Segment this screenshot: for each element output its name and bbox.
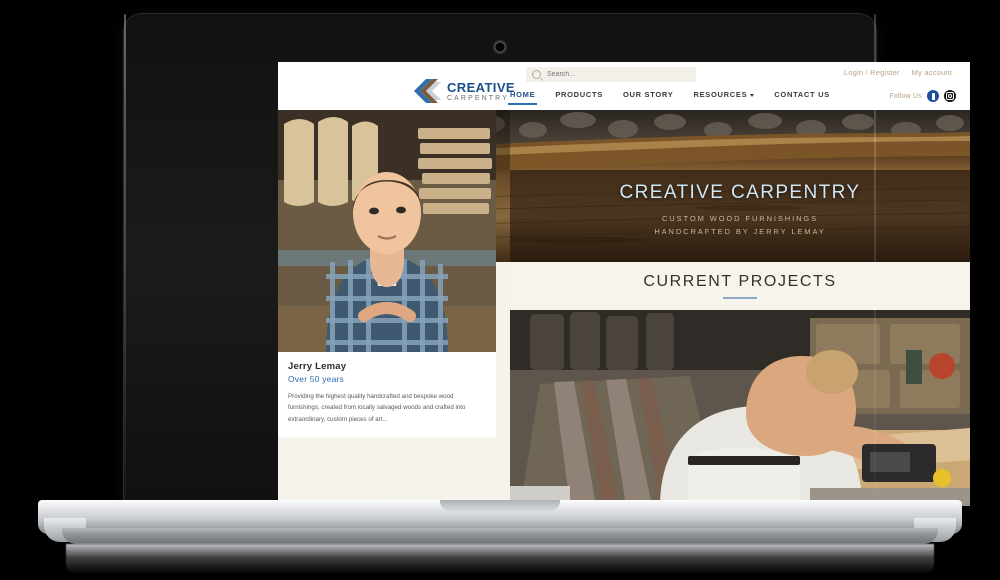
- main-navigation: HOME PRODUCTS OUR STORY RESOURCES CONTAC…: [507, 90, 830, 105]
- hero-subtitle-line-2: HANDCRAFTED BY JERRY LEMAY: [654, 226, 826, 236]
- chevron-down-icon: [750, 93, 755, 97]
- laptop-base-lip: [62, 528, 938, 544]
- laptop-base-notch: [440, 500, 560, 511]
- brand-wordmark: CREATIVE CARPENTRY: [447, 81, 515, 102]
- nav-item-contact-us[interactable]: CONTACT US: [774, 90, 830, 105]
- project-photo: [510, 310, 970, 506]
- section-title: CURRENT PROJECTS: [643, 273, 837, 290]
- laptop-screen: Login / Register My account CREATIVE: [278, 62, 970, 506]
- laptop-reflection: [66, 544, 934, 574]
- site-logo[interactable]: CREATIVE CARPENTRY: [413, 78, 515, 104]
- content-area: Jerry Lemay Over 50 years Providing the …: [278, 110, 970, 506]
- hero-subtitle: CUSTOM WOOD FURNISHINGS HANDCRAFTED BY J…: [510, 213, 970, 239]
- search-icon: [532, 70, 541, 79]
- profile-photo: [278, 110, 496, 352]
- brand-line-1: CREATIVE: [447, 79, 515, 95]
- facebook-icon[interactable]: [927, 90, 939, 102]
- chevron-logo-icon: [414, 79, 441, 103]
- nav-item-resources[interactable]: RESOURCES: [693, 90, 755, 105]
- hero-subtitle-line-1: CUSTOM WOOD FURNISHINGS: [661, 214, 819, 223]
- nav-item-home[interactable]: HOME: [507, 90, 538, 105]
- instagram-icon[interactable]: [944, 90, 956, 102]
- brand-line-2: CARPENTRY: [447, 94, 509, 102]
- profile-bio: Jerry Lemay Over 50 years Providing the …: [278, 352, 496, 438]
- hero-title: CREATIVE CARPENTRY: [619, 182, 861, 203]
- nav-item-resources-label: RESOURCES: [693, 90, 748, 99]
- profile-description: Providing the highest quality handcrafte…: [288, 393, 466, 423]
- search-input[interactable]: [545, 70, 690, 79]
- laptop-lid: Login / Register My account CREATIVE: [124, 14, 970, 506]
- jerry-lemay-portrait-icon: [278, 110, 496, 352]
- section-header: CURRENT PROJECTS: [510, 262, 970, 310]
- my-account-link[interactable]: My account: [912, 68, 952, 77]
- login-register-link[interactable]: Login / Register: [844, 68, 900, 77]
- site-header: Login / Register My account CREATIVE: [278, 62, 970, 110]
- section-divider: [723, 297, 757, 299]
- search-box[interactable]: [526, 67, 696, 82]
- follow-us-label: Follow Us: [889, 92, 922, 100]
- screenshot-stage: Login / Register My account CREATIVE: [0, 0, 1000, 580]
- craftsman-workshop-icon: [510, 310, 970, 506]
- follow-us-group: Follow Us: [889, 90, 956, 102]
- profile-experience: Over 50 years: [288, 374, 344, 384]
- nav-item-products[interactable]: PRODUCTS: [555, 90, 603, 105]
- account-links: Login / Register My account: [844, 68, 952, 77]
- webcam-icon: [494, 41, 506, 53]
- nav-item-our-story[interactable]: OUR STORY: [623, 90, 673, 105]
- profile-name: Jerry Lemay: [288, 361, 347, 372]
- profile-card: Jerry Lemay Over 50 years Providing the …: [278, 110, 496, 438]
